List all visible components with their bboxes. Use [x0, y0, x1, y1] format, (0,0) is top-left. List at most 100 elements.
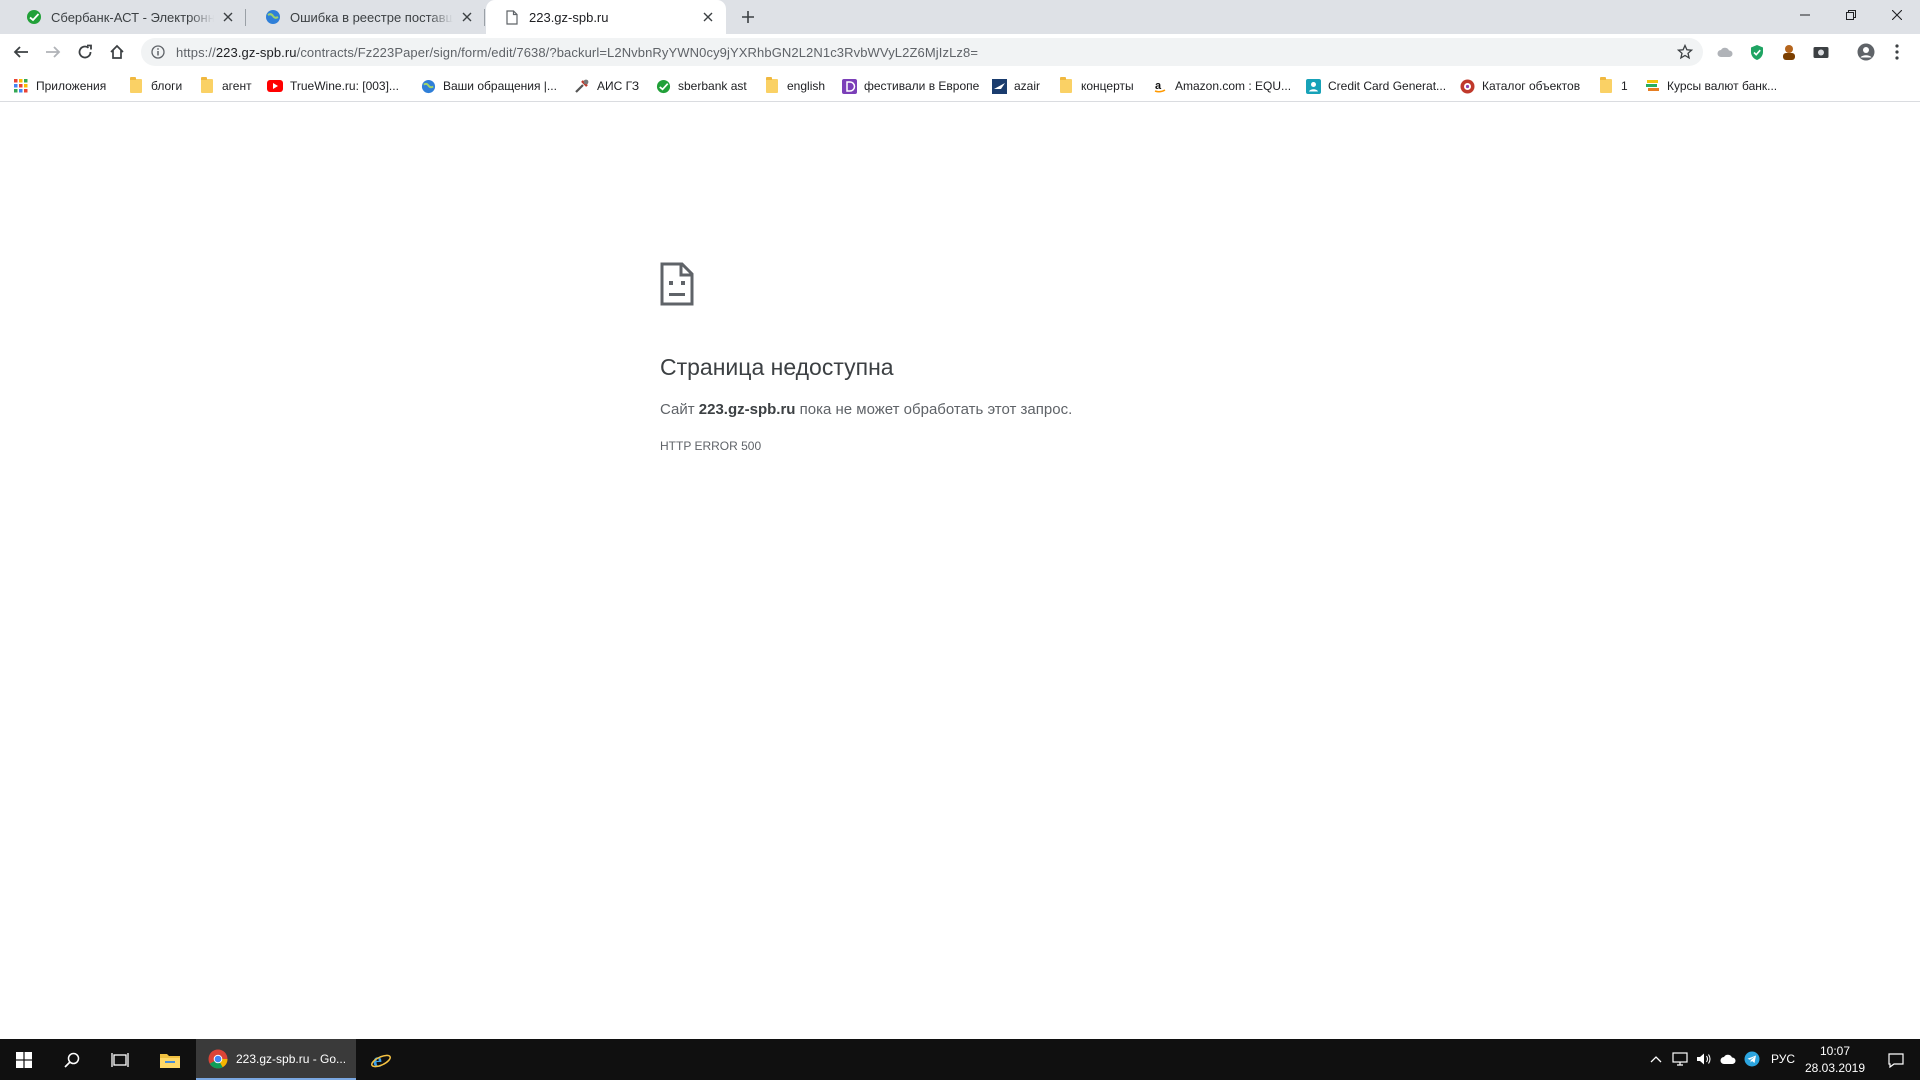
- svg-text:a: a: [1155, 80, 1162, 92]
- search-button[interactable]: [48, 1039, 96, 1080]
- new-tab-button[interactable]: [738, 7, 758, 27]
- clock-time: 10:07: [1819, 1044, 1851, 1058]
- amazon-icon: a: [1152, 78, 1168, 94]
- bookmark-label: концерты: [1081, 79, 1134, 93]
- windows-taskbar: 223.gz-spb.ru - Go... e РУС 10:07 28.03.…: [0, 1039, 1920, 1080]
- folder-icon: [199, 77, 215, 94]
- catalog-icon: [1459, 78, 1475, 94]
- bookmark-agent[interactable]: агент: [199, 76, 252, 96]
- close-icon: [1892, 10, 1902, 20]
- sad-document-icon: [660, 262, 694, 306]
- url-scheme: https://: [176, 44, 216, 60]
- tools-icon: [574, 78, 590, 94]
- minimize-button[interactable]: [1782, 0, 1828, 30]
- folder-icon: [1598, 77, 1614, 94]
- minimize-icon: [1800, 14, 1810, 16]
- system-clock[interactable]: 10:07 28.03.2019: [1800, 1043, 1870, 1077]
- search-icon: [64, 1052, 80, 1068]
- bookmark-amazon[interactable]: a Amazon.com : EQU...: [1152, 76, 1291, 96]
- sberbank-logo-icon: [655, 78, 671, 94]
- bookmark-label: фестивали в Европе: [864, 79, 980, 93]
- bookmark-currency[interactable]: Курсы валют банк...: [1644, 76, 1777, 96]
- address-bar[interactable]: https://223.gz-spb.ru/contracts/Fz223Pap…: [141, 38, 1703, 66]
- bookmark-label: 1: [1621, 79, 1628, 93]
- menu-kebab-icon[interactable]: [1888, 43, 1906, 61]
- back-button[interactable]: [8, 39, 34, 65]
- tab-close-icon[interactable]: [700, 9, 716, 25]
- shield-extension-icon[interactable]: [1748, 43, 1766, 61]
- url-text[interactable]: https://223.gz-spb.ru/contracts/Fz223Pap…: [176, 45, 978, 60]
- onedrive-cloud-icon[interactable]: [1720, 1051, 1736, 1067]
- info-icon[interactable]: [150, 44, 166, 60]
- home-icon: [110, 44, 124, 59]
- restore-button[interactable]: [1828, 0, 1874, 30]
- home-button[interactable]: [104, 39, 130, 65]
- profile-icon[interactable]: [1857, 43, 1875, 61]
- globe-icon: [265, 9, 281, 25]
- bookmark-truewine[interactable]: TrueWine.ru: [003]...: [267, 76, 399, 96]
- tab-223-gz-spb[interactable]: 223.gz-spb.ru: [486, 0, 726, 34]
- bookmark-1[interactable]: 1: [1598, 76, 1628, 96]
- network-icon[interactable]: [1672, 1051, 1688, 1067]
- bookmark-credit-card[interactable]: Credit Card Generat...: [1305, 76, 1446, 96]
- folder-icon: [128, 77, 144, 94]
- bookmark-apps[interactable]: Приложения: [13, 76, 106, 96]
- url-path: /contracts/Fz223Paper/sign/form/edit/763…: [296, 44, 979, 60]
- bookmark-label: Приложения: [36, 79, 107, 93]
- taskbar-chrome-app[interactable]: 223.gz-spb.ru - Go...: [196, 1039, 356, 1080]
- bookmark-label: TrueWine.ru: [003]...: [290, 79, 399, 93]
- bookmark-sberbank-ast[interactable]: sberbank ast: [655, 76, 747, 96]
- tab-registry-error[interactable]: Ошибка в реестре поставщиков: [247, 0, 485, 34]
- taskbar-app-label: 223.gz-spb.ru - Go...: [236, 1051, 347, 1066]
- coins-icon: [1644, 78, 1660, 94]
- error-code: HTTP ERROR 500: [660, 439, 762, 453]
- file-explorer-button[interactable]: [146, 1039, 194, 1080]
- bookmark-catalog[interactable]: Каталог объектов: [1459, 76, 1580, 96]
- bookmark-label: english: [787, 79, 826, 93]
- volume-icon[interactable]: [1696, 1051, 1712, 1067]
- tab-sberbank[interactable]: Сбербанк-АСТ - Электронная то: [8, 0, 246, 34]
- bookmark-azair[interactable]: azair: [991, 76, 1040, 96]
- tab-close-icon[interactable]: [459, 9, 475, 25]
- task-view-icon: [111, 1052, 129, 1067]
- show-hidden-icons-chevron-icon[interactable]: [1648, 1051, 1664, 1067]
- close-window-button[interactable]: [1874, 0, 1920, 30]
- bookmark-requests[interactable]: Ваши обращения |...: [420, 76, 557, 96]
- bookmark-label: агент: [222, 79, 252, 93]
- page-content: Страница недоступна Сайт 223.gz-spb.ru п…: [0, 103, 1920, 1039]
- restore-icon: [1846, 10, 1856, 20]
- purple-d-icon: [841, 78, 857, 94]
- reload-icon: [78, 44, 92, 59]
- bookmark-ais-gz[interactable]: АИС ГЗ: [574, 76, 639, 96]
- tab-close-icon[interactable]: [220, 9, 236, 25]
- telegram-icon[interactable]: [1744, 1051, 1760, 1067]
- internet-explorer-icon: e: [371, 1050, 391, 1071]
- person-extension-icon[interactable]: [1780, 43, 1798, 61]
- reload-button[interactable]: [72, 39, 98, 65]
- bookmark-blogs[interactable]: блоги: [128, 76, 182, 96]
- task-view-button[interactable]: [96, 1039, 144, 1080]
- action-center-button[interactable]: [1872, 1039, 1920, 1080]
- bookmark-star-icon[interactable]: [1676, 43, 1694, 60]
- internet-explorer-button[interactable]: e: [357, 1039, 405, 1080]
- globe-icon: [420, 78, 436, 94]
- input-language[interactable]: РУС: [1771, 1052, 1795, 1066]
- bookmark-festivals[interactable]: фестивали в Европе: [841, 76, 979, 96]
- notification-icon: [1888, 1052, 1904, 1068]
- bookmark-label: Каталог объектов: [1482, 79, 1581, 93]
- cloud-extension-icon[interactable]: [1716, 43, 1734, 61]
- document-icon: [504, 9, 520, 25]
- error-title: Страница недоступна: [660, 354, 894, 380]
- bookmark-concerts[interactable]: концерты: [1058, 76, 1134, 96]
- forward-button[interactable]: [40, 39, 66, 65]
- start-button[interactable]: [0, 1039, 48, 1080]
- windows-logo-icon: [16, 1051, 32, 1068]
- bookmark-label: Ваши обращения |...: [443, 79, 557, 93]
- plane-icon: [991, 78, 1007, 94]
- bookmark-english[interactable]: english: [764, 76, 825, 96]
- tab-title: 223.gz-spb.ru: [529, 9, 609, 25]
- bookmark-label: sberbank ast: [678, 79, 747, 93]
- chrome-icon: [208, 1049, 228, 1068]
- screenshot-extension-icon[interactable]: [1812, 43, 1830, 61]
- error-message-suffix: пока не может обработать этот запрос.: [795, 401, 1073, 418]
